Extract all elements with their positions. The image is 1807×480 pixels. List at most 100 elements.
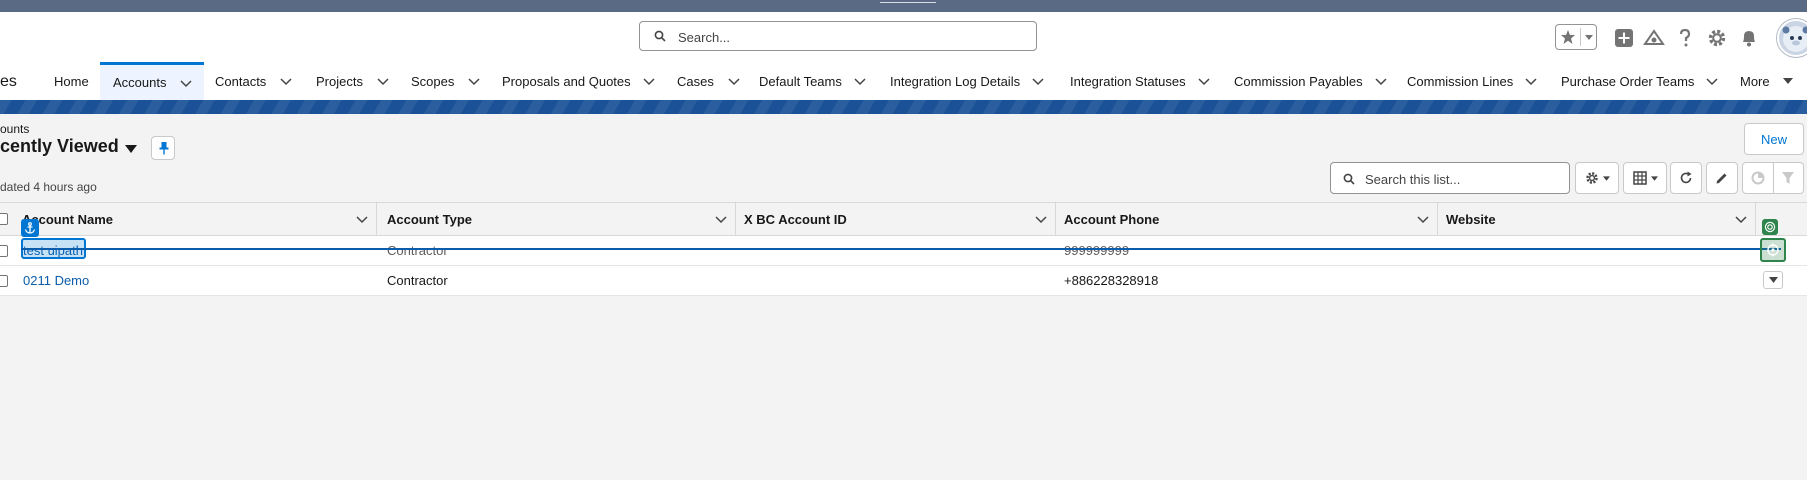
search-icon: [1343, 173, 1355, 185]
column-header-account-name[interactable]: Account Name: [14, 203, 377, 235]
target-badge: [1762, 219, 1778, 235]
display-as-button[interactable]: [1623, 162, 1667, 194]
favorites-button[interactable]: [1555, 24, 1597, 50]
table-icon: [1632, 171, 1647, 185]
list-search-input[interactable]: [1363, 169, 1567, 189]
column-header-website[interactable]: Website: [1438, 203, 1756, 235]
nav-item-projects[interactable]: Projects: [316, 62, 389, 100]
caret-down-icon: [1782, 77, 1793, 84]
app-navigation-bar: es Home Accounts Contacts Projects Scope…: [0, 62, 1807, 100]
pencil-icon: [1716, 173, 1727, 184]
brand-band: [0, 100, 1807, 114]
nav-item-accounts[interactable]: Accounts: [100, 62, 204, 100]
chevron-down-icon[interactable]: [180, 77, 193, 89]
nav-item-purchase-order-teams[interactable]: Purchase Order Teams: [1561, 62, 1718, 100]
chevron-down-icon[interactable]: [1735, 213, 1747, 225]
column-header-account-type[interactable]: Account Type: [379, 203, 736, 235]
nav-item-proposals-and-quotes[interactable]: Proposals and Quotes: [502, 62, 655, 100]
table-header-row: Account Name Account Type X BC Account I…: [0, 202, 1807, 236]
nav-item-home[interactable]: Home: [54, 62, 89, 100]
trailhead-button[interactable]: [1642, 26, 1666, 50]
target-icon: [1764, 221, 1776, 233]
chevron-down-icon[interactable]: [1035, 213, 1047, 225]
row-checkbox[interactable]: [0, 245, 8, 257]
table-row: test uipath Contractor 999999999: [0, 236, 1807, 266]
column-header-x-bc-account-id[interactable]: X BC Account ID: [736, 203, 1056, 235]
anchor-connector-line: [21, 248, 1781, 250]
bell-icon: [1743, 31, 1755, 47]
charts-filters-group: [1742, 162, 1804, 194]
app-name: es: [0, 73, 17, 90]
chevron-down-icon[interactable]: [468, 75, 480, 87]
chevron-down-icon[interactable]: [854, 75, 866, 87]
global-header: [0, 12, 1807, 62]
select-all-checkbox[interactable]: [0, 213, 8, 225]
list-view-title[interactable]: cently Viewed: [0, 136, 119, 157]
global-actions-button[interactable]: [1612, 26, 1636, 50]
nav-item-commission-lines[interactable]: Commission Lines: [1407, 62, 1537, 100]
astro-avatar-icon: [1782, 26, 1807, 52]
setup-button[interactable]: [1705, 26, 1729, 50]
gear-icon: [1585, 172, 1598, 184]
target-element-highlight[interactable]: [1760, 238, 1786, 262]
add-icon: [1615, 29, 1633, 47]
notifications-button[interactable]: [1737, 26, 1761, 50]
nav-item-scopes[interactable]: Scopes: [411, 62, 480, 100]
filters-button[interactable]: [1774, 163, 1804, 193]
nav-item-integration-statuses[interactable]: Integration Statuses: [1070, 62, 1210, 100]
nav-item-cases[interactable]: Cases: [677, 62, 740, 100]
chevron-down-icon[interactable]: [1417, 213, 1429, 225]
row-checkbox[interactable]: [0, 275, 8, 287]
chevron-down-icon[interactable]: [1198, 75, 1210, 87]
chevron-down-icon[interactable]: [715, 213, 727, 225]
help-button[interactable]: [1673, 26, 1697, 50]
new-button[interactable]: New: [1744, 123, 1804, 155]
chevron-down-icon[interactable]: [1706, 75, 1718, 87]
chevron-down-icon[interactable]: [1375, 75, 1387, 87]
caret-down-icon: [1768, 277, 1778, 283]
nav-item-integration-log-details[interactable]: Integration Log Details: [890, 62, 1044, 100]
column-header-account-phone[interactable]: Account Phone: [1056, 203, 1438, 235]
global-search-box[interactable]: [639, 21, 1037, 51]
gear-icon: [1708, 29, 1726, 47]
global-search-input[interactable]: [676, 26, 1020, 48]
chevron-down-icon[interactable]: [643, 75, 655, 87]
pin-list-button[interactable]: [151, 136, 175, 160]
top-strip-mark: [880, 0, 936, 3]
pin-icon: [159, 142, 169, 155]
user-avatar[interactable]: [1777, 19, 1807, 57]
anchor-badge: [21, 219, 39, 237]
nav-item-contacts[interactable]: Contacts: [215, 62, 292, 100]
last-updated-text: dated 4 hours ago: [0, 180, 97, 194]
table-row: 0211 Demo Contractor +886228328918: [0, 266, 1807, 296]
refresh-icon: [1680, 171, 1692, 184]
chevron-down-icon[interactable]: [356, 213, 368, 225]
charts-button[interactable]: [1743, 163, 1774, 193]
account-type-cell: Contractor: [387, 243, 448, 258]
chevron-down-icon[interactable]: [1525, 75, 1537, 87]
search-icon: [654, 30, 666, 42]
list-view-header: ounts cently Viewed dated 4 hours ago Ne…: [0, 114, 1807, 204]
chevron-down-icon[interactable]: [280, 75, 292, 87]
chevron-down-icon[interactable]: [377, 75, 389, 87]
account-type-cell: Contractor: [387, 273, 448, 288]
list-view-controls-button[interactable]: [1575, 162, 1619, 194]
list-view-picker-caret-icon[interactable]: [124, 144, 138, 154]
caret-down-icon: [1602, 175, 1610, 181]
row-actions-button[interactable]: [1763, 271, 1783, 289]
account-name-link[interactable]: 0211 Demo: [23, 266, 89, 295]
star-icon: [1561, 30, 1575, 44]
chevron-down-icon[interactable]: [728, 75, 740, 87]
filter-icon: [1782, 172, 1795, 184]
chevron-down-icon[interactable]: [1032, 75, 1044, 87]
list-search-box[interactable]: [1330, 162, 1570, 194]
browser-top-strip: [0, 0, 1807, 12]
edit-list-button[interactable]: [1706, 162, 1738, 194]
help-icon: [1679, 28, 1691, 47]
nav-item-commission-payables[interactable]: Commission Payables: [1234, 62, 1387, 100]
account-phone-cell: +886228328918: [1064, 273, 1159, 288]
nav-item-default-teams[interactable]: Default Teams: [759, 62, 866, 100]
crosshair-icon: [1767, 243, 1779, 257]
refresh-button[interactable]: [1670, 162, 1702, 194]
nav-item-more[interactable]: More: [1740, 62, 1794, 100]
